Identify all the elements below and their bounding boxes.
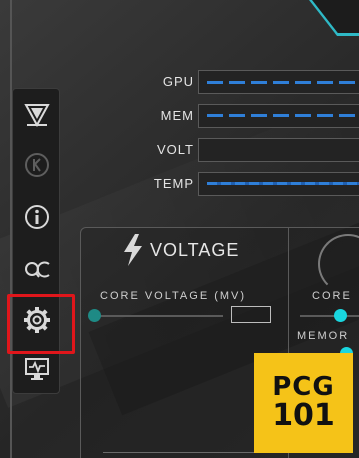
bottom-field <box>103 452 263 458</box>
oc-icon <box>25 261 50 278</box>
core-clock-slider-knob[interactable] <box>334 309 347 322</box>
mem-usage-graph <box>207 114 359 117</box>
volt-label: VOLT <box>157 142 194 157</box>
gpu-monitor-row: GPU <box>130 70 359 94</box>
volt-usage-bar <box>198 138 359 162</box>
triangle-logo-icon <box>24 104 50 128</box>
sidebar-item-monitor[interactable] <box>17 349 57 389</box>
mem-label: MEM <box>160 108 194 123</box>
gpu-label: GPU <box>162 74 194 89</box>
k-circle-icon <box>25 153 49 177</box>
gpu-usage-bar <box>198 70 359 94</box>
gear-icon <box>24 307 50 333</box>
gpu-usage-graph <box>207 81 359 84</box>
memory-clock-label: MEMOR <box>297 330 350 342</box>
lightning-bolt-icon <box>124 234 142 266</box>
top-accent-frame <box>309 0 359 36</box>
sidebar-item-info[interactable] <box>17 197 57 237</box>
logo-line2: 101 <box>272 398 335 433</box>
core-clock-label: CORE <box>312 290 352 302</box>
temp-label: TEMP <box>153 176 194 191</box>
app-window: GPU MEM VOLT TEMP VOLTAGE CORE VOLTAGE (… <box>0 0 359 458</box>
core-voltage-slider-track[interactable] <box>95 315 223 317</box>
voltage-title: VOLTAGE <box>150 240 240 260</box>
pcg101-logo: PCG 101 <box>254 353 353 453</box>
mem-monitor-row: MEM <box>130 104 359 128</box>
temp-usage-graph <box>207 182 359 185</box>
sidebar-item-settings[interactable] <box>7 294 75 354</box>
sidebar <box>7 88 75 394</box>
info-icon <box>25 205 49 229</box>
sidebar-item-logo[interactable] <box>17 95 57 135</box>
temp-monitor-row: TEMP <box>130 172 359 196</box>
logo-line1: PCG <box>272 372 335 402</box>
core-voltage-label: CORE VOLTAGE (MV) <box>100 290 247 302</box>
sidebar-item-oc-scanner[interactable] <box>17 249 57 289</box>
temp-usage-bar <box>198 172 359 196</box>
mem-usage-bar <box>198 104 359 128</box>
sidebar-item-k-boost[interactable] <box>17 145 57 185</box>
core-voltage-value-input[interactable] <box>231 306 271 323</box>
core-voltage-slider-knob[interactable] <box>88 309 101 322</box>
volt-monitor-row: VOLT <box>130 138 359 162</box>
core-clock-slider-track[interactable] <box>300 315 359 317</box>
monitor-icon <box>25 358 49 380</box>
